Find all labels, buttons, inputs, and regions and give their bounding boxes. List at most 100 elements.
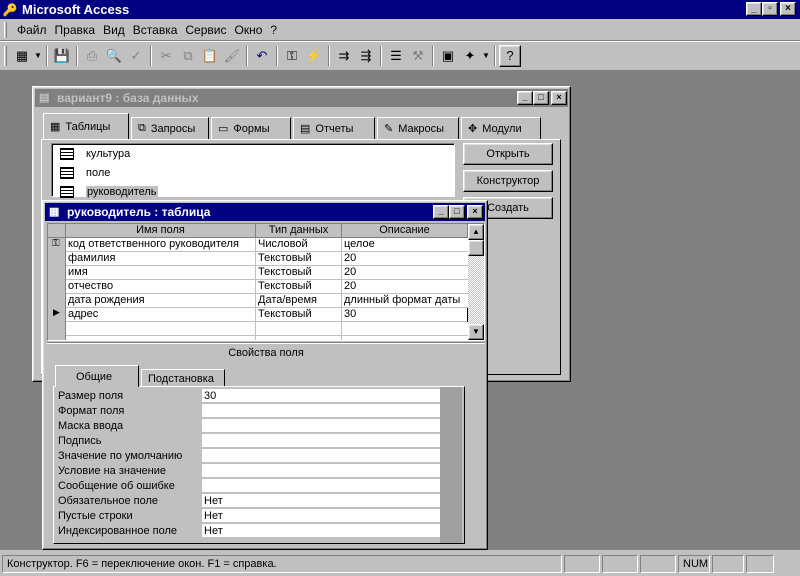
field-grid[interactable]: Имя поля Тип данных Описание ⚿ ▶ код отв… (47, 223, 485, 341)
property-value-validation-rule[interactable] (202, 464, 440, 478)
scroll-down-icon[interactable]: ▼ (468, 324, 484, 340)
data-type-cell[interactable]: Текстовый (256, 266, 341, 280)
table-window-title: руководитель : таблица (67, 205, 211, 219)
indexes-icon[interactable]: ⚡ (303, 45, 325, 67)
property-label: Размер поля (58, 390, 124, 402)
list-item[interactable]: руководитель (60, 184, 158, 200)
menu-help[interactable]: ? (266, 23, 281, 37)
design-button[interactable]: Конструктор (463, 170, 553, 192)
row-selector-column[interactable] (48, 238, 66, 340)
property-label: Индексированное поле (58, 525, 177, 537)
table-icon (60, 167, 74, 179)
property-label: Условие на значение (58, 465, 167, 477)
scroll-thumb[interactable] (468, 240, 484, 256)
tab-general[interactable]: Общие (55, 365, 139, 387)
database-window-title: вариант9 : база данных (57, 91, 199, 105)
tab-queries[interactable]: ⧉ Запросы (131, 117, 209, 139)
properties-icon[interactable]: ☰ (385, 45, 407, 67)
db-maximize-button[interactable]: □ (533, 91, 549, 105)
property-value-field-size[interactable]: 30 (202, 389, 440, 403)
data-type-cell[interactable]: Дата/время (256, 294, 341, 308)
column-header-description[interactable]: Описание (342, 224, 468, 238)
data-type-cell[interactable]: Текстовый (256, 308, 341, 322)
field-name-cell[interactable]: адрес (66, 308, 255, 322)
property-value-format[interactable] (202, 404, 440, 418)
menu-edit[interactable]: Правка (51, 23, 100, 37)
object-list[interactable]: культура поле руководитель (51, 143, 455, 200)
description-cell[interactable]: целое (342, 238, 468, 252)
table-minimize-button[interactable]: _ (433, 205, 449, 219)
column-header-data-type[interactable]: Тип данных (256, 224, 342, 238)
data-type-cell[interactable]: Числовой (256, 238, 341, 252)
table-maximize-button[interactable]: □ (449, 205, 465, 219)
database-icon: ▤ (39, 92, 50, 104)
cut-icon[interactable]: ✂ (155, 45, 177, 67)
tab-macros[interactable]: ✎ Макросы (377, 117, 459, 139)
tab-tables[interactable]: ▦ Таблицы (43, 113, 129, 139)
tab-modules[interactable]: ✥ Модули (461, 117, 541, 139)
menu-file[interactable]: Файл (13, 23, 51, 37)
property-value-required[interactable]: Нет (202, 494, 440, 508)
description-cell[interactable]: 30 (342, 308, 468, 322)
description-cell[interactable]: 20 (342, 266, 468, 280)
menu-tools[interactable]: Сервис (181, 23, 230, 37)
tab-forms[interactable]: ▭ Формы (211, 117, 291, 139)
app-title: Microsoft Access (22, 2, 130, 17)
print-preview-icon[interactable]: 🔍 (103, 45, 125, 67)
property-value-input-mask[interactable] (202, 419, 440, 433)
view-icon[interactable]: ▦ (11, 45, 33, 67)
copy-icon[interactable]: ⧉ (177, 45, 199, 67)
menu-insert[interactable]: Вставка (129, 23, 182, 37)
db-close-button[interactable]: × (551, 91, 567, 105)
database-window-icon[interactable]: ▣ (437, 45, 459, 67)
db-minimize-button[interactable]: _ (517, 91, 533, 105)
property-value-default[interactable] (202, 449, 440, 463)
tab-lookup[interactable]: Подстановка (141, 369, 225, 387)
num-lock-indicator: NUM (678, 555, 710, 573)
field-name-cell[interactable]: дата рождения (66, 294, 255, 308)
new-object-icon[interactable]: ✦ (459, 45, 481, 67)
field-name-cell[interactable]: фамилия (66, 252, 255, 266)
data-type-cell[interactable]: Текстовый (256, 252, 341, 266)
office-assistant-icon[interactable]: ? (499, 44, 521, 67)
spelling-icon[interactable]: ✓ (125, 45, 147, 67)
build-icon[interactable]: ⚒ (407, 45, 429, 67)
field-name-cell[interactable]: отчество (66, 280, 255, 294)
new-object-dropdown-icon[interactable]: ▼ (481, 45, 491, 67)
save-icon[interactable]: 💾 (51, 45, 73, 67)
insert-rows-icon[interactable]: ⇉ (333, 45, 355, 67)
property-value-allow-zero-length[interactable]: Нет (202, 509, 440, 523)
view-dropdown-icon[interactable]: ▼ (33, 45, 43, 67)
description-cell[interactable]: 20 (342, 280, 468, 294)
property-value-caption[interactable] (202, 434, 440, 448)
scroll-up-icon[interactable]: ▲ (468, 224, 484, 240)
restore-button[interactable]: ▫ (762, 2, 778, 16)
field-name-cell[interactable]: имя (66, 266, 255, 280)
description-cell[interactable]: длинный формат даты (342, 294, 468, 308)
table-icon (60, 148, 74, 160)
data-type-cell[interactable]: Текстовый (256, 280, 341, 294)
menu-window[interactable]: Окно (230, 23, 266, 37)
property-value-validation-text[interactable] (202, 479, 440, 493)
paste-icon[interactable]: 📋 (199, 45, 221, 67)
tab-reports[interactable]: ▤ Отчеты (293, 117, 375, 139)
open-button[interactable]: Открыть (463, 143, 553, 165)
table-close-button[interactable]: × (467, 205, 483, 219)
print-icon[interactable]: ⎙ (81, 45, 103, 67)
delete-rows-icon[interactable]: ⇶ (355, 45, 377, 67)
menu-view[interactable]: Вид (99, 23, 129, 37)
format-painter-icon[interactable]: 🖌 (221, 45, 243, 67)
primary-key-icon[interactable]: ⚿ (281, 45, 303, 67)
minimize-button[interactable]: _ (746, 2, 762, 16)
field-name-cell[interactable]: код ответственного руководителя (66, 238, 255, 252)
undo-icon[interactable]: ↶ (251, 45, 273, 67)
description-cell[interactable]: 20 (342, 252, 468, 266)
column-header-field-name[interactable]: Имя поля (66, 224, 256, 238)
close-button[interactable]: × (780, 2, 796, 16)
menu-bar: Файл Правка Вид Вставка Сервис Окно ? (0, 19, 800, 41)
list-item[interactable]: поле (60, 165, 110, 181)
list-item[interactable]: культура (60, 146, 130, 162)
mdi-client-area: ▤ вариант9 : база данных _ □ × ▦ Таблицы … (0, 70, 800, 550)
grid-scrollbar[interactable]: ▲ ▼ (468, 224, 484, 340)
property-value-indexed[interactable]: Нет (202, 524, 440, 538)
